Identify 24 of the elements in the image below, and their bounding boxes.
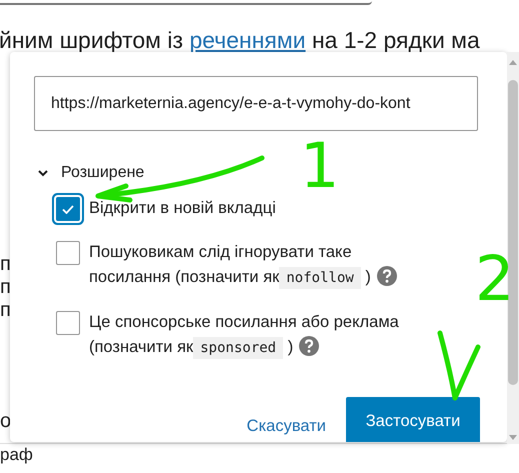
text-fragment: о: [0, 410, 12, 433]
apply-button[interactable]: Застосувати: [346, 397, 480, 442]
chevron-icon: [38, 168, 48, 178]
option-label: Відкрити в новій вкладці: [89, 198, 277, 219]
paragraph-label: раф: [0, 445, 34, 465]
text-fragment: п: [0, 253, 12, 276]
help-icon[interactable]: [299, 336, 319, 356]
option-label: Пошуковикам слід ігнорувати таке посилання (позначити як nofollow ): [89, 240, 419, 291]
checkmark-icon: [62, 204, 74, 214]
annotation-number: 2: [475, 248, 514, 310]
checkbox[interactable]: [56, 311, 80, 335]
checkbox[interactable]: [56, 241, 80, 265]
help-icon[interactable]: [377, 266, 397, 286]
scrollbar[interactable]: [507, 52, 519, 444]
sentence-link[interactable]: реченнями: [189, 27, 306, 53]
paragraph-text: йним шрифтом із реченнями на 1-2 рядки ма: [0, 26, 481, 55]
text-fragment: п: [0, 276, 12, 299]
annotation-number: 1: [300, 135, 340, 197]
cancel-button[interactable]: Скасувати: [246, 417, 326, 436]
url-field[interactable]: https://marketernia.agency/e-e-a-t-vymohy-do-kont: [34, 76, 478, 131]
option-label: Це спонсорське посилання або реклама (позначити як sponsored ): [89, 310, 419, 361]
text-fragment: п: [0, 299, 12, 322]
scroll-up-icon[interactable]: [507, 58, 519, 66]
advanced-toggle[interactable]: Розширене: [38, 161, 144, 185]
